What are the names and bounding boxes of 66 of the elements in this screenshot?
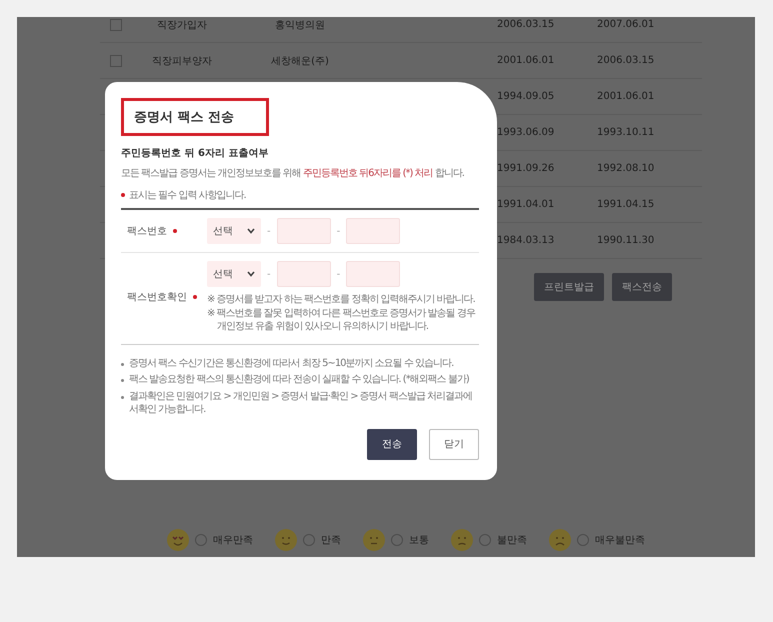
radio-button[interactable] xyxy=(391,534,403,546)
send-button[interactable]: 전송 xyxy=(367,428,417,460)
field-note: ※ 증명서를 받고자 하는 팩스번호를 정확히 입력해주시기 바랍니다. xyxy=(207,293,476,306)
table-cell: 1993.10.11 xyxy=(597,127,654,138)
radio-button[interactable] xyxy=(479,534,491,546)
fax-number-field[interactable] xyxy=(276,218,331,244)
fax-number-field[interactable] xyxy=(346,261,400,287)
required-note: 표시는 필수 입력 사항입니다. xyxy=(129,189,246,202)
rating-label: 매우불만족 xyxy=(595,534,645,547)
field-note: ※ 팩스번호를 잘못 입력하여 다른 팩스번호로 증명서가 발송될 경우 개인정보 유출 위험이 있사오니 유의하시기 바랍니다. xyxy=(207,306,476,334)
table-cell: 2006.03.15 xyxy=(597,55,654,66)
chevron-down-icon xyxy=(247,271,255,277)
table-cell: 직장피부양자 xyxy=(152,56,212,66)
dialog-title: 증명서 팩스 전송 xyxy=(121,98,270,136)
page-button[interactable]: 프린트발급 xyxy=(534,273,604,301)
table-cell: 2001.06.01 xyxy=(497,55,554,66)
table-cell: 2007.06.01 xyxy=(597,19,654,30)
close-button[interactable]: 닫기 xyxy=(429,428,479,460)
required-dot-icon xyxy=(121,193,125,197)
smiley-face-icon xyxy=(363,529,385,551)
section-heading: 주민등록번호 뒤 6자리 표출여부 xyxy=(121,147,270,160)
table-cell: 1991.09.26 xyxy=(497,163,554,174)
smiley-face-icon xyxy=(275,529,297,551)
bullet-icon xyxy=(121,396,124,398)
info-text: 증명서 팩스 수신기간은 통신환경에 따라서 최장 5~10분까지 소요될 수 있습니다. xyxy=(129,356,454,370)
rating-label: 매우만족 xyxy=(213,534,253,547)
dash-separator: - xyxy=(336,268,340,280)
rating-label: 보통 xyxy=(409,534,429,547)
table-cell: 직장가입자 xyxy=(157,20,207,30)
dash-separator: - xyxy=(336,226,340,236)
table-cell: 1990.11.30 xyxy=(597,235,654,246)
table-cell: 2006.03.15 xyxy=(497,19,554,30)
info-text: 결과확인은 민원여기요 > 개인민원 > 증명서 발급·확인 > 증명서 팩스발급 처리결과에서확인 가능합니다. xyxy=(129,390,474,416)
dash-separator: - xyxy=(267,226,271,236)
smiley-face-icon xyxy=(167,529,189,551)
rating-label: 만족 xyxy=(321,534,341,547)
field-label: 팩스번호확인 xyxy=(127,291,187,304)
table-cell: 2001.06.01 xyxy=(597,91,654,102)
fax-number-field[interactable] xyxy=(346,218,400,244)
table-cell: 1991.04.01 xyxy=(497,199,554,210)
radio-button[interactable] xyxy=(195,534,207,546)
smiley-face-icon xyxy=(549,529,571,551)
dash-separator: - xyxy=(267,268,271,280)
radio-button[interactable] xyxy=(577,534,589,546)
bullet-icon xyxy=(121,379,124,382)
table-cell: 홍익병의원 xyxy=(275,20,325,30)
table-cell: 1993.06.09 xyxy=(497,127,554,138)
table-cell: 1994.09.05 xyxy=(497,91,554,102)
row-checkbox[interactable] xyxy=(110,18,122,30)
fax-number-field[interactable] xyxy=(276,261,331,287)
area-code-select[interactable]: 선택 xyxy=(207,261,261,287)
radio-button[interactable] xyxy=(303,534,315,546)
page-button[interactable]: 팩스전송 xyxy=(612,273,672,301)
area-code-select[interactable]: 선택 xyxy=(207,218,261,244)
table-cell: 1992.08.10 xyxy=(597,163,654,174)
table-cell: 1984.03.13 xyxy=(497,235,554,246)
smiley-face-icon xyxy=(451,529,473,551)
table-cell: 세창해운(주) xyxy=(271,56,329,66)
notice-text: 모든 팩스발급 증명서는 개인정보보호를 위해 주민등록번호 뒤6자리를 (*) 처리 합니다. xyxy=(121,167,465,180)
chevron-down-icon xyxy=(247,228,255,234)
field-label: 팩스번호 xyxy=(127,225,167,238)
table-cell: 1991.04.15 xyxy=(597,199,654,210)
row-checkbox[interactable] xyxy=(110,54,122,66)
bullet-icon xyxy=(121,362,124,366)
rating-label: 불만족 xyxy=(497,534,527,547)
info-text: 팩스 발송요청한 팩스의 통신환경에 따라 전송이 실패할 수 있습니다. (*해외팩스 불가) xyxy=(129,373,469,386)
